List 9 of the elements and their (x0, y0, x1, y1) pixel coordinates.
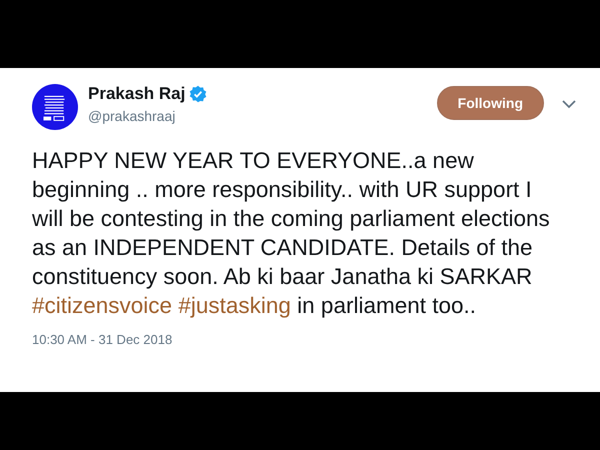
following-button[interactable]: Following (436, 86, 544, 120)
hashtag-link[interactable]: #citizensvoice (32, 293, 172, 318)
hashtag-link[interactable]: #justasking (178, 293, 291, 318)
tweet-text: HAPPY NEW YEAR TO EVERYONE..a new beginning .. more responsibility.. with UR support I will be contesting in the coming parliament elections as an INDEPENDENT CANDIDATE. Details of the constituency soon. Ab ki baar Janatha ki SARKAR #citizensvoice #justasking in parliament too.. (32, 147, 551, 320)
caret-icon[interactable] (562, 100, 576, 109)
author-name[interactable]: Prakash Raj (88, 84, 186, 104)
avatar-icon[interactable] (32, 84, 78, 130)
author-handle[interactable]: @prakashraaj (88, 108, 437, 124)
timestamp[interactable]: 10:30 AM - 31 Dec 2018 (32, 332, 172, 347)
